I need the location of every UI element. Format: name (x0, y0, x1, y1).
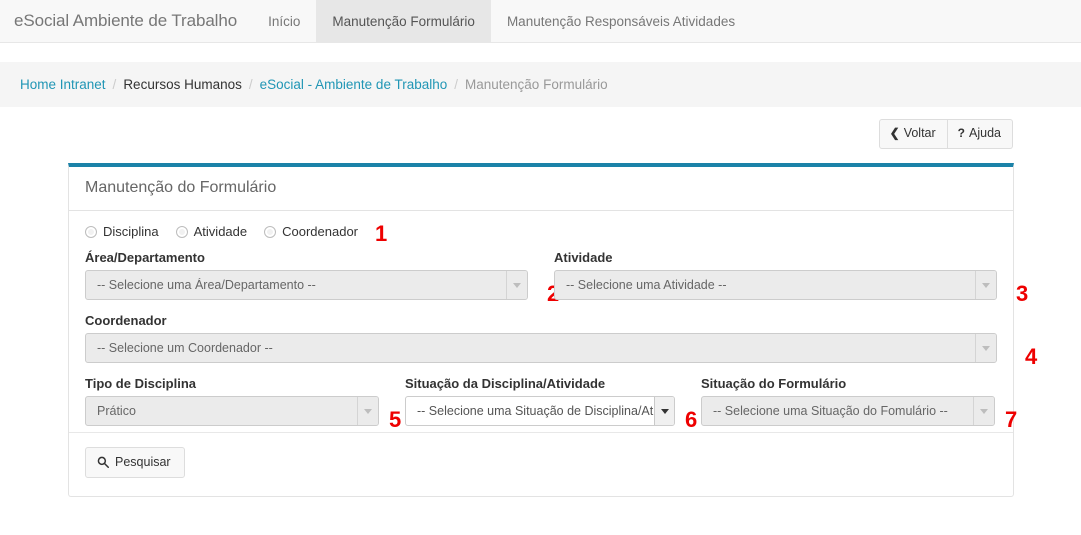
annotation-number-4: 4 (1025, 344, 1038, 369)
panel-heading: Manutenção do Formulário (69, 167, 1013, 211)
chevron-down-icon[interactable] (654, 397, 674, 425)
breadcrumb: Home Intranet / Recursos Humanos / eSoci… (0, 62, 1081, 107)
radio-circle-icon (85, 225, 97, 238)
field-label-atividade: Atividade (554, 250, 613, 265)
nav-tab-manutencao-responsaveis-atividades[interactable]: Manutenção Responsáveis Atividades (491, 0, 751, 42)
field-tipo-disciplina: Tipo de Disciplina Prático 5 (85, 376, 401, 431)
chevron-down-icon[interactable] (975, 334, 996, 362)
navbar-tabs: Início Manutenção Formulário Manutenção … (252, 0, 751, 42)
form-row-coordenador: Coordenador -- Selecione um Coordenador … (85, 313, 1037, 368)
select-coordenador[interactable]: -- Selecione um Coordenador -- (85, 333, 997, 363)
question-mark-icon: ? (957, 126, 966, 141)
field-label-situacao-formulario: Situação do Formulário (701, 376, 847, 391)
nav-tab-manutencao-formulario[interactable]: Manutenção Formulário (316, 0, 491, 42)
field-label-situacao-disciplina-atividade: Situação da Disciplina/Atividade (405, 376, 606, 391)
maintenance-form-panel: Manutenção do Formulário Disciplina Ativ… (68, 163, 1037, 497)
select-situacao-disciplina-atividade-value: -- Selecione uma Situação de Disciplina/… (417, 404, 674, 418)
select-area-departamento-value: -- Selecione uma Área/Departamento -- (97, 278, 316, 292)
radio-circle-icon (264, 225, 277, 238)
type-radio-group: Disciplina Atividade Coordenador 1 (85, 223, 997, 245)
breadcrumb-item-esocial-ambiente-de-trabalho[interactable]: eSocial - Ambiente de Trabalho (260, 77, 448, 92)
help-button-label: Ajuda (969, 126, 1001, 140)
select-situacao-disciplina-atividade[interactable]: -- Selecione uma Situação de Disciplina/… (405, 396, 675, 426)
radio-disciplina[interactable]: Disciplina (85, 224, 159, 239)
form-row-situacoes: Tipo de Disciplina Prático 5 Situação da… (85, 376, 1017, 431)
app-brand[interactable]: eSocial Ambiente de Trabalho (0, 0, 252, 42)
annotation-number-5: 5 (389, 407, 402, 432)
search-button[interactable]: Pesquisar (85, 447, 185, 478)
panel-footer: Pesquisar (69, 432, 1013, 496)
select-situacao-formulario-value: -- Selecione uma Situação do Fomulário -… (713, 404, 948, 418)
radio-disciplina-label: Disciplina (103, 224, 159, 239)
chevron-down-icon[interactable] (357, 397, 378, 425)
select-situacao-formulario[interactable]: -- Selecione uma Situação do Fomulário -… (701, 396, 995, 426)
search-icon (97, 456, 109, 468)
search-button-label: Pesquisar (115, 455, 171, 469)
action-button-group: ❮ Voltar ? Ajuda (878, 119, 1013, 149)
field-situacao-disciplina-atividade: Situação da Disciplina/Atividade -- Sele… (405, 376, 697, 431)
top-navbar: eSocial Ambiente de Trabalho Início Manu… (0, 0, 1081, 43)
field-label-coordenador: Coordenador (85, 313, 167, 328)
nav-tab-inicio[interactable]: Início (252, 0, 316, 42)
field-label-tipo-disciplina: Tipo de Disciplina (85, 376, 197, 391)
annotation-number-6: 6 (685, 407, 698, 432)
breadcrumb-separator: / (454, 77, 459, 92)
breadcrumb-separator: / (112, 77, 117, 92)
back-button[interactable]: ❮ Voltar (878, 119, 948, 149)
radio-coordenador-label: Coordenador (282, 224, 359, 239)
radio-coordenador[interactable]: Coordenador (264, 224, 358, 239)
select-atividade[interactable]: -- Selecione uma Atividade -- (554, 270, 997, 300)
chevron-down-icon[interactable] (973, 397, 994, 425)
field-situacao-formulario: Situação do Formulário -- Selecione uma … (701, 376, 1017, 431)
back-button-label: Voltar (903, 126, 936, 140)
annotation-number-1: 1 (375, 221, 388, 246)
select-coordenador-value: -- Selecione um Coordenador -- (97, 341, 273, 355)
panel-body: Disciplina Atividade Coordenador 1 Área/… (69, 211, 1037, 431)
field-label-area-departamento: Área/Departamento (85, 250, 205, 265)
chevron-left-icon: ❮ (889, 126, 900, 141)
select-atividade-value: -- Selecione uma Atividade -- (566, 278, 727, 292)
breadcrumb-item-manutencao-formulario: Manutenção Formulário (465, 77, 608, 92)
field-area-departamento: Área/Departamento -- Selecione uma Área/… (85, 250, 559, 305)
select-area-departamento[interactable]: -- Selecione uma Área/Departamento -- (85, 270, 528, 300)
breadcrumb-separator: / (248, 77, 253, 92)
annotation-number-3: 3 (1016, 281, 1029, 306)
form-row-area-atividade: Área/Departamento -- Selecione uma Área/… (85, 250, 1028, 305)
chevron-down-icon[interactable] (506, 271, 527, 299)
select-tipo-disciplina[interactable]: Prático (85, 396, 379, 426)
breadcrumb-item-recursos-humanos[interactable]: Recursos Humanos (123, 77, 242, 92)
panel-title: Manutenção do Formulário (85, 179, 277, 196)
radio-atividade-label: Atividade (193, 224, 248, 239)
breadcrumb-item-home-intranet[interactable]: Home Intranet (20, 77, 106, 92)
select-tipo-disciplina-value: Prático (97, 404, 136, 418)
action-bar: ❮ Voltar ? Ajuda (0, 107, 1081, 163)
radio-atividade[interactable]: Atividade (175, 224, 248, 239)
radio-circle-icon (175, 225, 188, 238)
field-coordenador: Coordenador -- Selecione um Coordenador … (85, 313, 1037, 368)
annotation-number-7: 7 (1005, 407, 1018, 432)
chevron-down-icon[interactable] (975, 271, 996, 299)
field-atividade: Atividade -- Selecione uma Atividade -- … (554, 250, 1028, 305)
help-button[interactable]: ? Ajuda (947, 119, 1013, 149)
